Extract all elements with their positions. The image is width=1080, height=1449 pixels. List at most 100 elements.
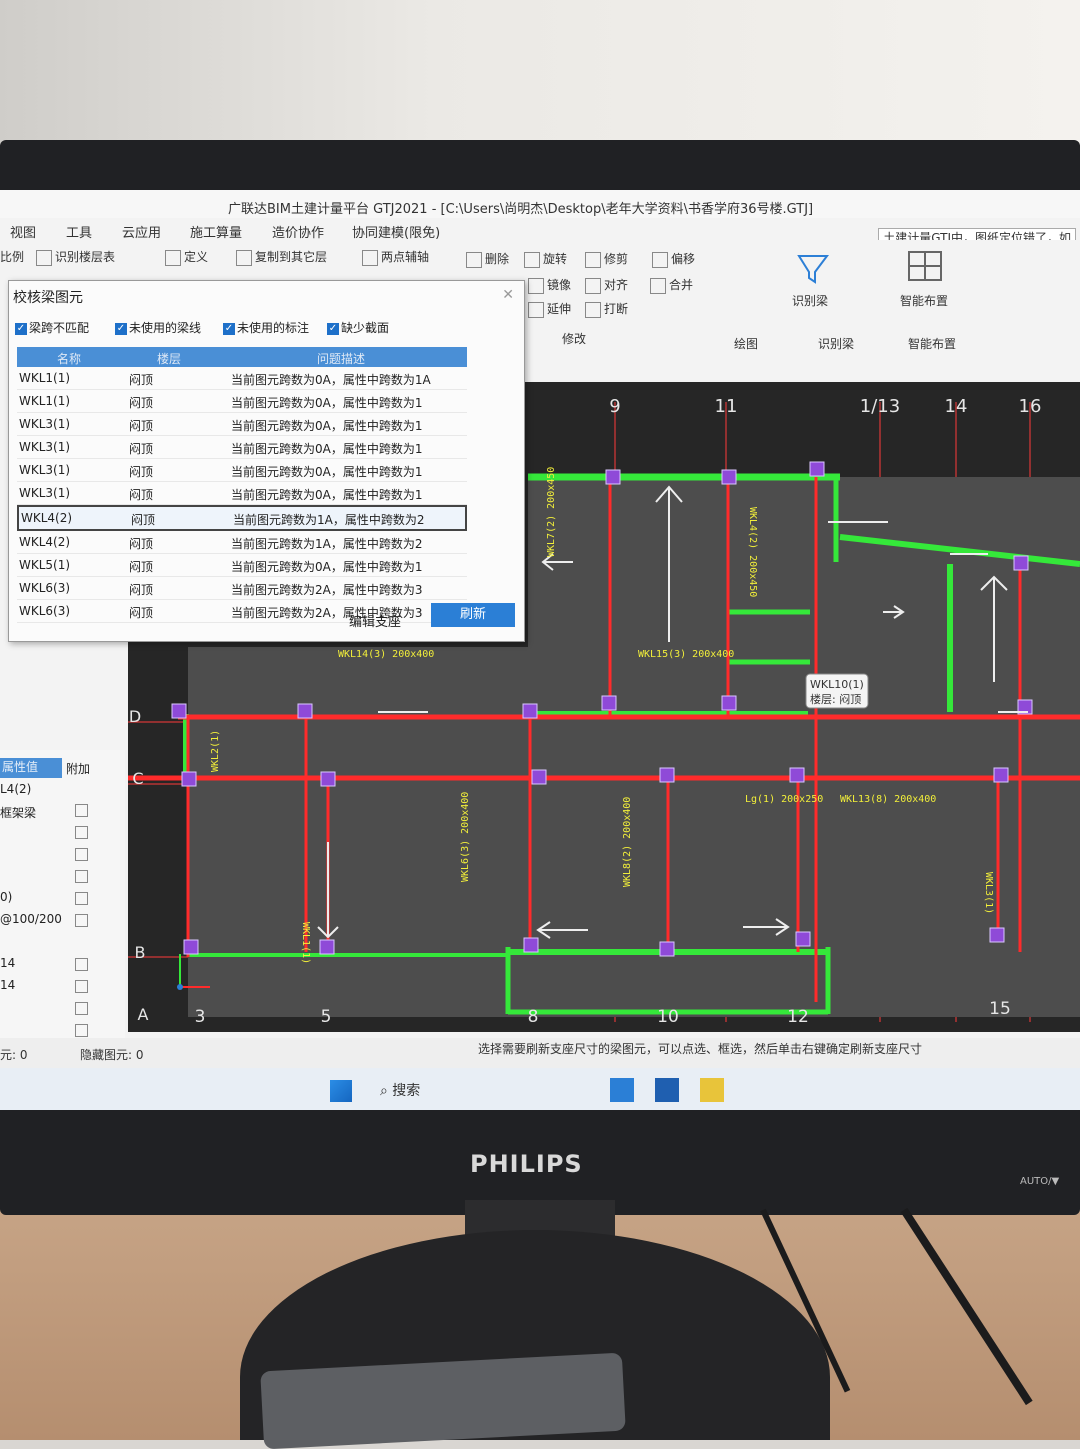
group-modify: 修改 — [562, 332, 587, 346]
issue-table: 名称 楼层 问题描述 WKL1(1) 闷顶 当前图元跨数为0A，属性中跨数为1A WK… — [17, 347, 467, 623]
ribbon-scale[interactable]: 比例 — [0, 248, 24, 265]
table-row[interactable]: WKL5(1) 闷顶 当前图元跨数为0A，属性中跨数为1 — [17, 554, 467, 577]
svg-text:WKL7(2) 200x450: WKL7(2) 200x450 — [546, 467, 557, 557]
menu-cost[interactable]: 造价协作 — [272, 222, 324, 241]
ribbon-offset[interactable]: 偏移 — [652, 250, 695, 268]
ribbon-two-point-axis[interactable]: 两点辅轴 — [362, 248, 429, 266]
trim-icon — [585, 251, 601, 268]
prop-checkbox[interactable] — [75, 914, 88, 927]
prop-value[interactable]: 0) — [0, 890, 12, 904]
merge-icon — [650, 277, 666, 294]
table-row[interactable]: WKL1(1) 闷顶 当前图元跨数为0A，属性中跨数为1A — [17, 367, 467, 390]
table-row[interactable]: WKL3(1) 闷顶 当前图元跨数为0A，属性中跨数为1 — [17, 413, 467, 436]
prop-checkbox[interactable] — [75, 980, 88, 993]
ribbon-mirror[interactable]: 镜像 — [528, 276, 571, 294]
table-row[interactable]: WKL3(1) 闷顶 当前图元跨数为0A，属性中跨数为1 — [17, 459, 467, 482]
props-header-value: 属性值 — [0, 758, 62, 778]
ribbon-break[interactable]: 打断 — [585, 300, 628, 318]
menu-tools[interactable]: 工具 — [66, 222, 92, 241]
cell-floor: 闷顶 — [129, 606, 154, 620]
col-desc[interactable]: 问题描述 — [317, 350, 365, 367]
table-row[interactable]: WKL6(3) 闷顶 当前图元跨数为2A，属性中跨数为3 — [17, 577, 467, 600]
app-icon-cad[interactable] — [655, 1078, 679, 1102]
cell-floor: 闷顶 — [129, 419, 154, 433]
properties-panel: 属性值 附加 L4(2) 框架梁 0) @100/200 14 14 — [0, 750, 125, 1070]
group-smart-layout: 智能布置 — [908, 337, 957, 351]
table-row[interactable]: WKL4(2) 闷顶 当前图元跨数为1A，属性中跨数为2 — [17, 531, 467, 554]
cell-name: WKL1(1) — [19, 394, 71, 408]
prop-checkbox[interactable] — [75, 804, 88, 817]
cell-name: WKL6(3) — [19, 581, 71, 595]
menu-construction[interactable]: 施工算量 — [190, 222, 242, 241]
ribbon-delete[interactable]: 删除 — [466, 250, 509, 268]
cell-floor: 闷顶 — [129, 396, 154, 410]
check-missing-section[interactable]: ✓ 缺少截面 — [327, 319, 389, 336]
define-icon — [165, 249, 181, 266]
ribbon-rotate[interactable]: 旋转 — [524, 250, 567, 268]
prop-value[interactable]: 14 — [0, 956, 15, 970]
svg-text:A: A — [138, 1005, 149, 1024]
ribbon-trim[interactable]: 修剪 — [585, 250, 628, 268]
svg-text:Lg(1) 200x250: Lg(1) 200x250 — [745, 794, 823, 805]
cell-floor: 闷顶 — [129, 583, 154, 597]
cell-name: WKL6(3) — [19, 604, 71, 618]
prop-checkbox[interactable] — [75, 1024, 88, 1037]
checkbox-checked-icon: ✓ — [115, 322, 127, 335]
prop-value[interactable]: @100/200 — [0, 912, 62, 926]
ribbon-align[interactable]: 对齐 — [585, 276, 628, 294]
table-row[interactable]: WKL3(1) 闷顶 当前图元跨数为0A，属性中跨数为1 — [17, 482, 467, 505]
check-unused-beamline[interactable]: ✓ 未使用的梁线 — [115, 319, 201, 336]
table-row[interactable]: WKL3(1) 闷顶 当前图元跨数为0A，属性中跨数为1 — [17, 436, 467, 459]
monitor-auto-button[interactable]: AUTO/▼ — [1020, 1176, 1059, 1187]
extend-icon — [528, 301, 544, 318]
prop-checkbox[interactable] — [75, 826, 88, 839]
check-span-mismatch[interactable]: ✓ 梁跨不匹配 — [15, 319, 89, 336]
prop-checkbox[interactable] — [75, 1002, 88, 1015]
ribbon-define[interactable]: 定义 — [165, 248, 208, 266]
svg-text:10: 10 — [657, 1007, 679, 1027]
ribbon-smart-layout[interactable]: 智能布置 — [900, 292, 948, 309]
prop-checkbox[interactable] — [75, 892, 88, 905]
cell-desc: 当前图元跨数为0A，属性中跨数为1 — [231, 396, 423, 410]
windows-start-icon[interactable] — [330, 1080, 352, 1102]
prop-checkbox[interactable] — [75, 848, 88, 861]
svg-text:12: 12 — [787, 1007, 809, 1027]
ribbon-merge[interactable]: 合并 — [650, 276, 693, 294]
svg-text:WKL8(2) 200x400: WKL8(2) 200x400 — [622, 797, 633, 887]
offset-icon — [652, 251, 668, 268]
close-icon[interactable]: ✕ — [502, 287, 514, 303]
table-row[interactable]: WKL1(1) 闷顶 当前图元跨数为0A，属性中跨数为1 — [17, 390, 467, 413]
col-name[interactable]: 名称 — [57, 350, 81, 367]
menu-cloud[interactable]: 云应用 — [122, 222, 161, 241]
ribbon-extend[interactable]: 延伸 — [528, 300, 571, 318]
prop-value[interactable]: 框架梁 — [0, 804, 36, 821]
svg-text:WKL1(1): WKL1(1) — [300, 922, 311, 964]
check-unused-annotation[interactable]: ✓ 未使用的标注 — [223, 319, 309, 336]
prop-checkbox[interactable] — [75, 870, 88, 883]
cell-desc: 当前图元跨数为0A，属性中跨数为1 — [231, 488, 423, 502]
edit-support-button[interactable]: 编辑支座 — [349, 611, 401, 630]
taskbar-search[interactable]: ⌕ 搜索 — [380, 1080, 420, 1100]
cell-desc: 当前图元跨数为1A，属性中跨数为2 — [233, 513, 425, 527]
beam-tooltip: WKL10(1) 楼层: 闷顶 — [805, 673, 869, 709]
table-row[interactable]: WKL4(2) 闷顶 当前图元跨数为1A，属性中跨数为2 — [17, 505, 467, 531]
app-icon-folder[interactable] — [700, 1078, 724, 1102]
ribbon-copy-floor[interactable]: 复制到其它层 — [236, 248, 327, 266]
prop-value[interactable]: L4(2) — [0, 782, 31, 796]
trash-icon — [466, 251, 482, 268]
col-floor[interactable]: 楼层 — [157, 350, 181, 367]
cell-desc: 当前图元跨数为2A，属性中跨数为3 — [231, 583, 423, 597]
menu-view[interactable]: 视图 — [10, 222, 36, 241]
prop-checkbox[interactable] — [75, 958, 88, 971]
dialog-title: 校核梁图元 — [13, 290, 83, 306]
ribbon-identify-floor[interactable]: 识别楼层表 — [36, 248, 115, 266]
app-icon-gtj[interactable] — [610, 1078, 634, 1102]
svg-text:B: B — [135, 943, 146, 962]
cell-name: WKL1(1) — [19, 371, 71, 385]
prop-value[interactable]: 14 — [0, 978, 15, 992]
cell-desc: 当前图元跨数为1A，属性中跨数为2 — [231, 537, 423, 551]
refresh-button[interactable]: 刷新 — [431, 603, 515, 627]
svg-text:9: 9 — [609, 396, 620, 417]
ribbon-identify-beam[interactable]: 识别梁 — [792, 292, 828, 309]
menu-collab[interactable]: 协同建模(限免) — [352, 222, 440, 241]
